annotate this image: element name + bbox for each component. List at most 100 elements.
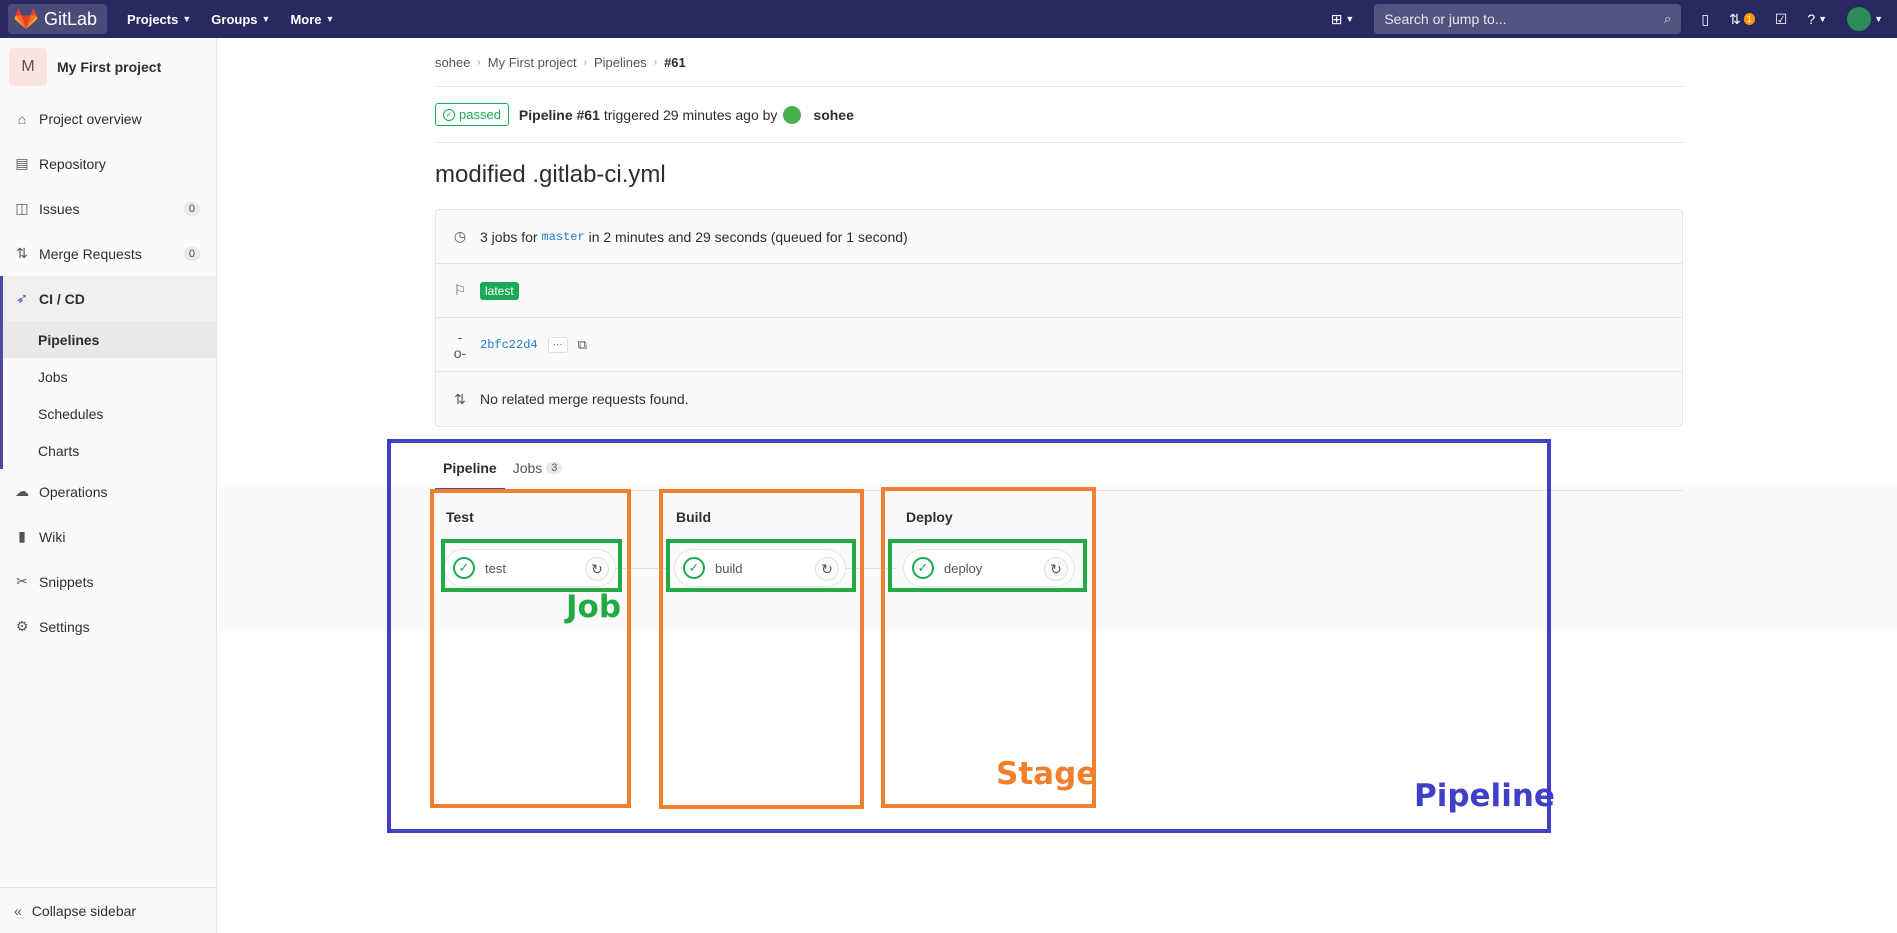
breadcrumb-current[interactable]: #61 [664,55,686,70]
breadcrumb-project[interactable]: My First project [488,55,577,70]
user-menu[interactable]: ▼ [1847,7,1883,31]
main-content: sohee › My First project › Pipelines › #… [435,38,1683,491]
sidebar-item-label: Operations [39,483,108,500]
chevron-right-icon: › [583,56,587,68]
sidebar-item-label: Snippets [39,573,94,590]
groups-label: Groups [211,11,258,27]
sidebar-item-repository[interactable]: ▤ Repository [0,141,216,186]
help-icon: ? [1807,11,1816,27]
sidebar-item-label: Repository [39,155,106,172]
scissors-icon: ✂ [16,573,28,589]
status-label: passed [459,107,501,122]
commit-icon: -o- [453,328,467,361]
latest-badge: latest [480,281,519,300]
sidebar-item-issues[interactable]: ◫ Issues 0 [0,186,216,231]
avatar[interactable] [783,105,802,124]
merge-request-icon: ⇅ [1729,10,1741,27]
collapse-sidebar-label: Collapse sidebar [31,902,137,919]
collapse-sidebar-button[interactable]: « Collapse sidebar [0,887,217,933]
home-icon: ⌂ [17,110,27,127]
brand-name: GitLab [44,8,98,29]
jobs-suffix: in 2 minutes and 29 seconds (queued for … [588,228,908,245]
top-navbar: GitLab Projects▼ Groups▼ More▼ ⊞▼ ⌕ ▯ ⇅ … [0,0,1897,38]
chevron-right-icon: › [653,56,658,68]
sidebar-item-label: Issues [39,200,80,217]
pipeline-id: Pipeline #61 [518,106,600,123]
sidebar-item-cicd[interactable]: ➶ CI / CD [0,276,216,321]
page-title: modified .gitlab-ci.yml [435,161,666,188]
doc-icon: ▤ [15,155,29,171]
mr-text: No related merge requests found. [480,391,689,407]
plus-square-icon: ⊞ [1330,10,1343,27]
project-name: My First project [57,59,162,75]
sidebar-item-label: Merge Requests [39,245,142,262]
rocket-icon: ➶ [16,290,28,306]
sidebar-subitem-charts[interactable]: Charts [3,432,216,469]
sidebar-item-snippets[interactable]: ✂ Snippets [0,559,216,604]
project-header[interactable]: M My First project [0,38,216,96]
sidebar: M My First project ⌂ Project overview ▤ … [0,38,217,933]
search-icon: ⌕ [1664,11,1672,26]
sidebar-item-label: Project overview [39,110,142,127]
status-badge[interactable]: ✓ passed [435,103,509,126]
issues-icon: ◫ [15,200,29,216]
gear-icon: ⚙ [15,618,29,634]
sidebar-item-label: Wiki [39,528,66,545]
expand-commit-button[interactable]: ··· [547,336,568,353]
cicd-submenu: Pipelines Jobs Schedules Charts [0,321,216,469]
gitlab-home-link[interactable]: GitLab [8,4,108,34]
groups-menu[interactable]: Groups ▼ [211,12,270,27]
merge-requests-nav[interactable]: ⇅ 1 [1729,11,1755,28]
todos-icon[interactable]: ☑ [1775,11,1788,28]
chevron-down-icon: ▼ [182,14,192,24]
sidebar-subitem-schedules[interactable]: Schedules [3,395,216,432]
breadcrumb-user[interactable]: sohee [435,55,470,70]
annotation-job-box [888,539,1087,592]
avatar [1847,7,1872,31]
double-chevron-left-icon: « [14,902,22,919]
search-input[interactable] [1384,11,1635,27]
projects-menu[interactable]: Projects ▼ [127,12,191,27]
pipeline-header: ✓ passed Pipeline #61 triggered 29 minut… [435,87,1683,143]
copy-icon[interactable]: ⧉ [578,337,587,353]
sidebar-subitem-pipelines[interactable]: Pipelines [3,321,216,358]
sidebar-item-label: CI / CD [39,290,85,307]
issues-count: 0 [183,201,200,216]
mr-count-badge: 1 [1743,13,1755,25]
more-label: More [290,11,322,27]
sidebar-item-merge-requests[interactable]: ⇅ Merge Requests 0 [0,231,216,276]
breadcrumb-pipelines[interactable]: Pipelines [594,55,647,70]
help-menu[interactable]: ? ▼ [1807,11,1827,27]
sidebar-item-project-overview[interactable]: ⌂ Project overview [0,96,216,141]
commit-row: -o- 2bfc22d4 ··· ⧉ [436,318,1682,372]
chevron-right-icon: › [477,56,481,68]
jobs-summary-row: ◷ 3 jobs for master in 2 minutes and 29 … [436,210,1682,264]
merge-icon: ⇅ [454,390,466,407]
flags-row: ⚐ latest [436,264,1682,318]
clock-icon: ◷ [453,228,467,244]
chevron-down-icon: ▼ [261,14,271,24]
breadcrumb: sohee › My First project › Pipelines › #… [435,38,1683,87]
chevron-down-icon: ▼ [1345,14,1355,24]
chevron-down-icon: ▼ [325,14,335,24]
flag-icon: ⚐ [453,282,467,298]
new-item-menu[interactable]: ⊞ ▼ [1331,11,1355,28]
more-menu[interactable]: More ▼ [290,12,334,27]
sidebar-item-operations[interactable]: ☁ Operations [0,469,216,514]
jobs-prefix: 3 jobs for [480,228,538,245]
project-avatar: M [9,48,47,86]
cloud-icon: ☁ [15,483,29,499]
sidebar-item-label: Settings [39,618,90,635]
search-box[interactable]: ⌕ [1374,4,1682,34]
sidebar-item-wiki[interactable]: ▮ Wiki [0,514,216,559]
chevron-down-icon: ▼ [1874,14,1883,24]
merge-icon: ⇅ [16,245,28,261]
annotation-stage-box [659,489,864,809]
branch-link[interactable]: master [541,230,584,244]
commit-sha-link[interactable]: 2bfc22d4 [480,338,538,352]
sidebar-toggle-icon[interactable]: ▯ [1701,11,1709,28]
user-link[interactable]: sohee [813,107,853,123]
sidebar-item-settings[interactable]: ⚙ Settings [0,604,216,649]
annotation-stage-box [430,489,631,808]
sidebar-subitem-jobs[interactable]: Jobs [3,358,216,395]
